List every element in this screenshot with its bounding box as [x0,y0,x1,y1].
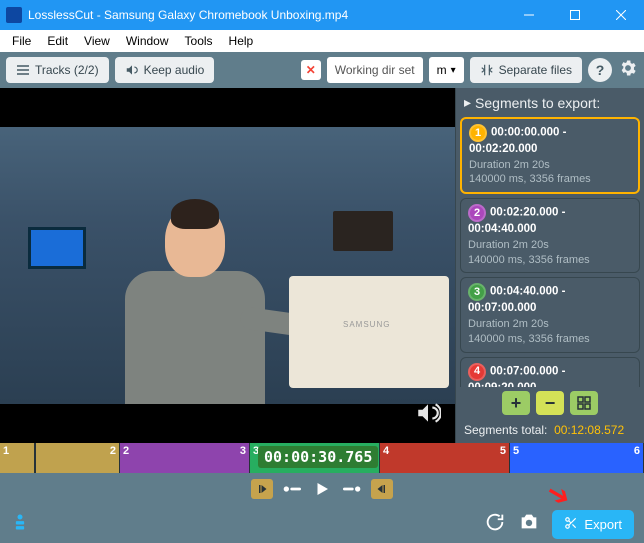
speaker-icon [125,63,139,77]
timeline-segment[interactable]: 45 [380,443,510,473]
titlebar: LosslessCut - Samsung Galaxy Chromebook … [0,0,644,30]
maximize-button[interactable] [552,0,598,30]
menu-window[interactable]: Window [118,32,177,50]
main-area: SAMSUNG ▸ Segments to export: 100:00:00.… [0,88,644,443]
segment-item[interactable]: 100:00:00.000 - 00:02:20.000Duration 2m … [460,117,640,194]
timeline-seg-num-right: 3 [240,445,246,457]
segments-total: Segments total: 00:12:08.572 [456,419,644,443]
split-icon [480,63,494,77]
seek-next-keyframe-button[interactable] [341,481,361,497]
timeline-segment[interactable]: 12 [0,443,120,473]
menu-tools[interactable]: Tools [177,32,221,50]
segment-item[interactable]: 200:02:20.000 - 00:04:40.000Duration 2m … [460,198,640,273]
segment-number-badge: 2 [468,204,486,222]
segments-header-label: Segments to export: [475,95,600,111]
timeline[interactable]: 122334455600:00:30.765 [0,443,644,473]
menu-help[interactable]: Help [221,32,262,50]
format-value: m [437,63,447,77]
person [120,205,270,404]
chevron-right-icon: ▸ [464,94,471,111]
remove-segment-button[interactable]: − [536,391,564,415]
batch-icon[interactable] [10,512,30,537]
segment-item[interactable]: 400:07:00.000 - 00:09:20.000Duration 2m … [460,357,640,387]
timeline-seg-num-left: 2 [123,445,129,457]
segments-total-label: Segments total: [464,423,547,437]
tracks-button[interactable]: Tracks (2/2) [6,57,109,83]
segment-item[interactable]: 300:04:40.000 - 00:07:00.000Duration 2m … [460,277,640,352]
working-dir-clear-button[interactable]: ✕ [301,60,321,80]
working-dir-label[interactable]: Working dir set [327,57,423,83]
segment-frames: 140000 ms, 3356 frames [469,172,631,187]
segment-duration: Duration 2m 20s [468,317,632,332]
timeline-cursor[interactable] [34,443,36,473]
timeline-segment[interactable]: 56 [510,443,644,473]
bottom-bar: Export ➔ [0,505,644,543]
minimize-button[interactable] [506,0,552,30]
timeline-seg-num-left: 4 [383,445,389,457]
app-icon [6,7,22,23]
segment-frames: 140000 ms, 3356 frames [468,253,632,268]
volume-icon[interactable] [415,400,441,431]
segments-total-value: 00:12:08.572 [554,423,624,437]
export-button[interactable]: Export [552,510,634,539]
settings-button[interactable] [618,58,638,83]
close-button[interactable] [598,0,644,30]
timeline-seg-num-left: 5 [513,445,519,457]
menu-view[interactable]: View [76,32,118,50]
export-label: Export [584,517,622,532]
segment-number-badge: 3 [468,283,486,301]
set-end-button[interactable] [371,479,393,499]
set-start-button[interactable] [251,479,273,499]
play-button[interactable] [313,480,331,498]
laptop-brand: SAMSUNG [343,320,390,329]
playback-controls [0,473,644,505]
segments-panel: ▸ Segments to export: 100:00:00.000 - 00… [455,88,644,443]
video-preview[interactable]: SAMSUNG [0,88,455,443]
menu-file[interactable]: File [4,32,39,50]
window-title: LosslessCut - Samsung Galaxy Chromebook … [28,8,506,22]
menubar: File Edit View Window Tools Help [0,30,644,52]
segment-frames: 140000 ms, 3356 frames [468,332,632,347]
segment-duration: Duration 2m 20s [468,238,632,253]
segment-number-badge: 4 [468,363,486,381]
rotate-button[interactable] [484,511,506,538]
hamburger-icon [16,63,30,77]
toolbar: Tracks (2/2) Keep audio ✕ Working dir se… [0,52,644,88]
tracks-label: Tracks (2/2) [35,63,99,77]
seek-prev-keyframe-button[interactable] [283,481,303,497]
capture-frame-button[interactable] [518,511,540,538]
help-button[interactable]: ? [588,58,612,82]
scissors-icon [564,516,578,533]
segment-tools: + − [456,387,644,419]
timeline-current-time: 00:00:30.765 [258,446,378,468]
timeline-seg-num-left: 1 [3,445,9,457]
timeline-seg-num-right: 2 [110,445,116,457]
keep-audio-label: Keep audio [144,63,205,77]
timeline-seg-num-right: 5 [500,445,506,457]
timeline-segment[interactable]: 23 [120,443,250,473]
chevron-down-icon: ▾ [451,65,456,76]
separate-files-label: Separate files [499,63,572,77]
laptop: SAMSUNG [289,276,449,388]
wall-art [28,227,86,269]
timeline-seg-num-right: 6 [634,445,640,457]
separate-files-button[interactable]: Separate files [470,57,582,83]
menu-edit[interactable]: Edit [39,32,76,50]
video-frame: SAMSUNG [0,127,455,404]
segments-list: 100:00:00.000 - 00:02:20.000Duration 2m … [456,117,644,387]
add-segment-button[interactable]: + [502,391,530,415]
segment-number-badge: 1 [469,124,487,142]
segments-header: ▸ Segments to export: [456,88,644,117]
shelf [333,211,393,251]
segment-duration: Duration 2m 20s [469,158,631,173]
format-select[interactable]: m ▾ [429,57,464,83]
keep-audio-button[interactable]: Keep audio [115,57,215,83]
segment-grid-button[interactable] [570,391,598,415]
